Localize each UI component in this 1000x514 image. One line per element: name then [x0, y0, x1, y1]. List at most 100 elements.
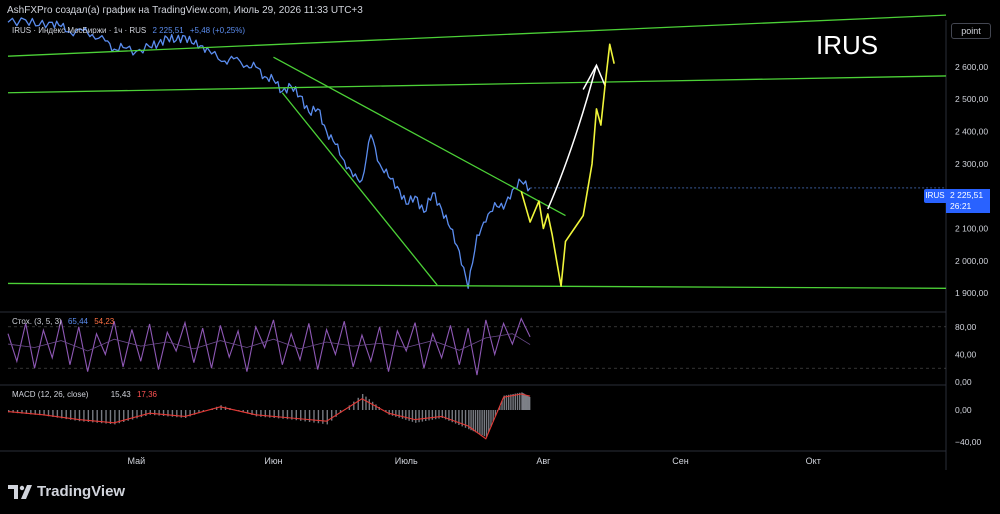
- macd-histogram-bar: [368, 399, 370, 410]
- macd-hist: 15,43: [110, 390, 131, 399]
- macd-histogram-bar: [408, 410, 410, 421]
- macd-label: MACD (12, 26, close): [12, 390, 89, 399]
- macd-histogram-bar: [481, 410, 483, 436]
- macd-histogram-bar: [313, 410, 315, 423]
- price-legend: IRUS · Индекс МосБиржи · 1ч · RUS 2 225,…: [12, 26, 246, 35]
- macd-tick-label: −40,00: [955, 437, 982, 447]
- stoch-d: 54,23: [94, 317, 115, 326]
- legend-ticker: IRUS: [12, 26, 32, 35]
- price-tag-countdown: 26:21: [950, 201, 972, 211]
- macd-histogram-bar: [516, 393, 519, 410]
- wedge-lower-line: [281, 92, 438, 286]
- macd-histogram-bar: [428, 410, 430, 421]
- time-tick-label: Сен: [672, 456, 689, 466]
- macd-legend: MACD (12, 26, close) 15,43 17,36: [12, 390, 157, 399]
- chart-canvas[interactable]: 2 700,002 600,002 500,002 400,002 300,00…: [0, 0, 1000, 514]
- yellow-scenario-path: [520, 43, 615, 287]
- macd-histogram-bar: [353, 401, 355, 410]
- macd-histogram-bar: [415, 410, 417, 423]
- middle-channel-line: [7, 75, 947, 94]
- macd-signal: 17,36: [136, 390, 157, 399]
- footer-brand-text: TradingView: [37, 483, 126, 500]
- macd-histogram-bar: [140, 410, 143, 418]
- time-tick-label: Июн: [264, 456, 282, 466]
- symbol-annotation: IRUS: [816, 30, 879, 60]
- price-tick-label: 1 900,00: [955, 288, 988, 298]
- macd-histogram-bar: [507, 394, 510, 410]
- macd-histogram-bar: [485, 410, 488, 438]
- price-tick-label: 2 600,00: [955, 62, 988, 72]
- macd-histogram-bar: [365, 396, 367, 410]
- time-tick-label: Июль: [395, 456, 418, 466]
- grid: [0, 20, 947, 470]
- macd-histogram-bar: [154, 410, 156, 416]
- macd-histogram-bar: [361, 394, 364, 410]
- macd-histogram-bar: [510, 394, 512, 410]
- macd-histogram-bar: [514, 393, 517, 410]
- price-tick-label: 2 000,00: [955, 256, 988, 266]
- macd-histogram-bar: [505, 395, 508, 410]
- drawings: [7, 14, 947, 289]
- tradingview-logo-icon: [8, 484, 32, 499]
- legend-exchange: RUS: [129, 26, 147, 35]
- legend-last: 2 225,51: [152, 26, 184, 35]
- macd-histogram-bar: [528, 396, 531, 410]
- macd-histogram-bar: [474, 410, 477, 433]
- stoch-k: 65,44: [67, 317, 88, 326]
- macd-histogram-bar: [512, 394, 514, 410]
- macd-histogram-bar: [395, 410, 397, 417]
- macd-histogram-bar: [477, 410, 479, 434]
- macd-tick-label: 0,00: [955, 405, 972, 415]
- macd-histogram-bar: [431, 410, 434, 420]
- stoch-d-line: [7, 333, 531, 352]
- macd-histogram-bar: [488, 410, 490, 432]
- support-line: [7, 282, 947, 289]
- stoch-label: Стох. (3, 5, 3): [12, 317, 62, 326]
- macd-histogram-bar: [479, 410, 481, 435]
- macd-histogram-bar: [330, 410, 333, 421]
- macd-histogram-bar: [158, 410, 160, 416]
- price-tick-label: 2 300,00: [955, 159, 988, 169]
- white-projection-arrow: [547, 65, 598, 210]
- price-tick-label: 2 500,00: [955, 94, 988, 104]
- macd-histogram-bar: [162, 410, 165, 416]
- stoch-tick-label: 80,00: [955, 322, 977, 332]
- macd-histogram-bar: [425, 410, 427, 421]
- scale-mode-button[interactable]: point: [951, 23, 991, 39]
- macd-histogram-bar: [434, 410, 437, 420]
- macd-histogram-bar: [418, 410, 420, 423]
- price-tick-label: 2 100,00: [955, 224, 988, 234]
- macd-histogram-bar: [145, 410, 147, 416]
- macd-histogram-bar: [388, 410, 390, 415]
- macd-histogram-bar: [421, 410, 424, 422]
- price-tag-box: 2 225,51 26:21: [946, 189, 990, 213]
- stoch-tick-label: 40,00: [955, 349, 977, 359]
- macd-histogram-bar: [411, 410, 414, 422]
- footer-branding[interactable]: TradingView: [8, 483, 125, 500]
- macd-histogram-bar: [519, 392, 521, 410]
- time-tick-label: Окт: [806, 456, 821, 466]
- white-arrowhead: [582, 63, 607, 90]
- price-pane: [7, 17, 946, 289]
- time-tick-label: Авг: [536, 456, 551, 466]
- macd-histogram-bar: [149, 410, 151, 415]
- upper-channel-line: [7, 14, 947, 57]
- time-tick-label: Май: [127, 456, 145, 466]
- macd-histogram-bar: [398, 410, 400, 418]
- legend-interval: 1ч: [113, 26, 123, 35]
- macd-histogram-bar: [405, 410, 407, 420]
- price-tick-label: 2 400,00: [955, 127, 988, 137]
- macd-histogram-bar: [391, 410, 394, 416]
- legend-name: Индекс МосБиржи: [38, 26, 107, 35]
- macd-histogram-bar: [326, 410, 328, 425]
- price-series-line: [7, 17, 531, 289]
- stoch-legend: Стох. (3, 5, 3) 65,44 54,23: [12, 317, 114, 326]
- macd-histogram-bar: [483, 410, 486, 437]
- macd-histogram-bar: [371, 401, 374, 410]
- macd-histogram-bar: [401, 410, 404, 419]
- price-tag-value: 2 225,51: [950, 190, 984, 200]
- axes: 2 700,002 600,002 500,002 400,002 300,00…: [127, 30, 988, 466]
- macd-histogram-bar: [322, 410, 324, 424]
- stoch-tick-label: 0,00: [955, 377, 972, 387]
- macd-pane: [7, 392, 531, 440]
